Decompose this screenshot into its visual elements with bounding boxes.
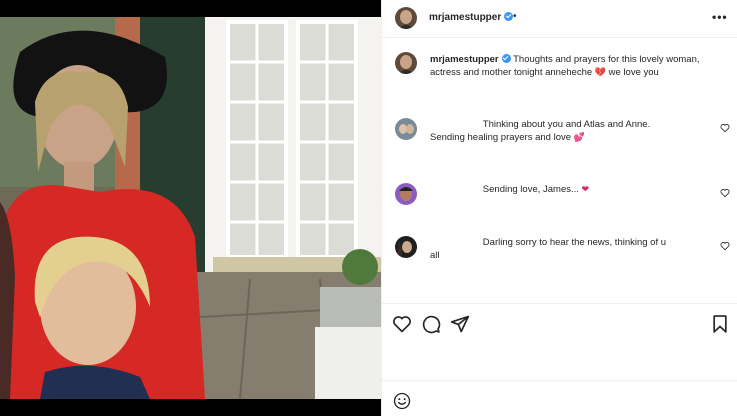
comment-item: Sending love, James... ❤ [430,183,720,196]
heart-outline-icon[interactable] [720,241,730,251]
author-username-text[interactable]: mrjamestupper [429,12,501,23]
comment-text: Sending love, James... [430,184,579,195]
caption-username[interactable]: mrjamestupper [430,54,499,65]
instagram-post-view: mrjamestupper • ••• mrjamestupper Though… [0,0,737,416]
speech-bubble-icon[interactable] [421,314,441,334]
heart-outline-icon[interactable] [720,123,730,133]
comment-text: Darling sorry to hear the news, thinking… [430,237,667,261]
post-photo[interactable] [0,17,381,399]
post-action-bar [382,303,737,343]
letterbox-bottom [0,399,381,416]
post-caption: mrjamestupper Thoughts and prayers for t… [430,53,720,79]
comment-text: Thinking about you and Atlas and Anne. S… [430,119,651,143]
header-separator: • [513,11,517,22]
post-header: mrjamestupper • ••• [382,0,737,38]
verified-badge-icon [501,54,511,63]
heart-outline-icon[interactable] [392,314,412,334]
comment-avatar[interactable] [395,183,417,205]
emoji-smiley-icon[interactable] [393,392,411,410]
more-options-icon[interactable]: ••• [712,10,728,24]
add-comment-bar [382,380,737,416]
letterbox-top [0,0,381,17]
paper-plane-icon[interactable] [450,314,470,334]
comment-item: Darling sorry to hear the news, thinking… [430,236,720,262]
photo-illustration [0,17,381,399]
comment-item: Thinking about you and Atlas and Anne. S… [430,118,720,144]
broken-heart-emoji: 💔 [594,67,606,77]
author-username[interactable]: mrjamestupper [429,12,514,23]
author-avatar[interactable] [395,7,417,29]
bookmark-icon[interactable] [710,314,730,334]
verified-badge-icon [504,12,514,21]
comment-avatar[interactable] [395,118,417,140]
caption-avatar[interactable] [395,52,417,74]
hearts-emoji: 💕 [573,132,585,142]
post-side-panel: mrjamestupper • ••• mrjamestupper Though… [381,0,737,416]
red-heart-emoji: ❤ [581,184,590,194]
heart-outline-icon[interactable] [720,188,730,198]
comment-avatar[interactable] [395,236,417,258]
caption-text-end: we love you [608,67,659,78]
